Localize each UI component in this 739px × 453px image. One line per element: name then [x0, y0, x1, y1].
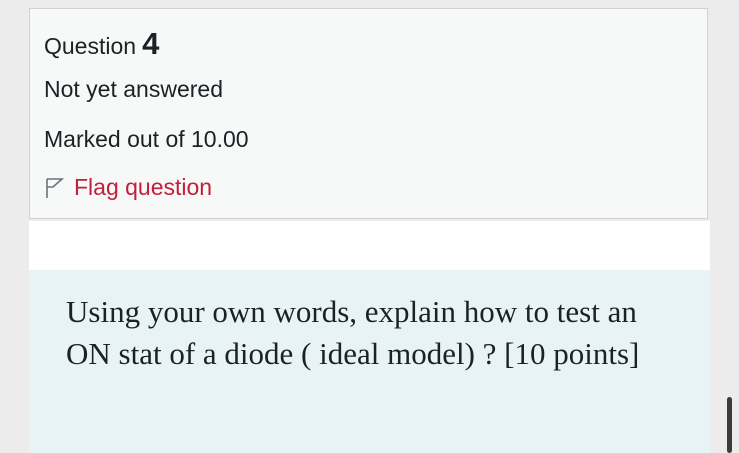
flag-question-link[interactable]: Flag question	[44, 174, 212, 201]
question-state: Not yet answered	[44, 76, 223, 102]
question-text: Using your own words, explain how to tes…	[66, 294, 640, 371]
question-info-panel: Question 4 Not yet answered Marked out of…	[29, 8, 708, 219]
flag-question-label[interactable]: Flag question	[74, 174, 212, 201]
content-spacer	[29, 221, 710, 270]
flag-icon	[44, 176, 66, 200]
scrollbar-thumb[interactable]	[727, 397, 732, 453]
question-text-panel: Using your own words, explain how to tes…	[29, 270, 710, 453]
question-label: Question	[44, 33, 137, 59]
question-heading: Question 4	[44, 26, 159, 62]
question-grade: Marked out of 10.00	[44, 126, 249, 152]
question-number: 4	[142, 26, 160, 61]
